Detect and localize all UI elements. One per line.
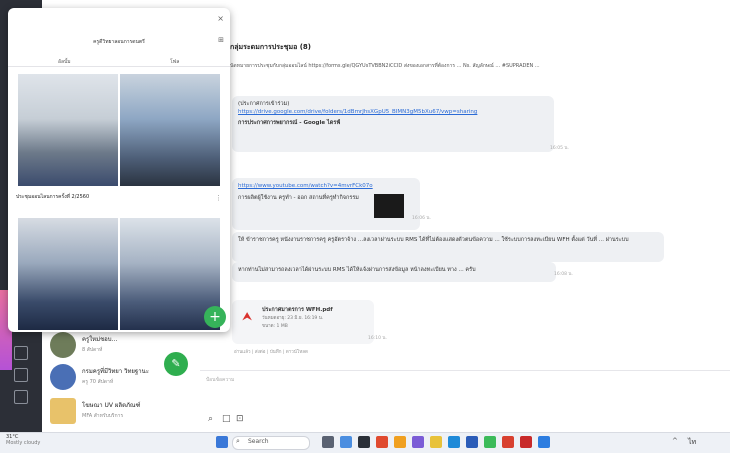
message-input[interactable]: ป้อนข้อความ (206, 376, 234, 384)
album-photo[interactable] (120, 74, 220, 186)
avatar (50, 332, 76, 358)
settings-icon[interactable] (14, 390, 28, 404)
chat-title: กลุ่มระดมการประชุมอ (8) (230, 43, 311, 51)
file-size: ขนาด: 1 MB (262, 324, 288, 329)
close-icon[interactable]: × (217, 14, 224, 23)
file-name: ประกาศมาตรการ WFH.pdf (262, 307, 333, 313)
search-label: Search (248, 438, 269, 445)
line-icon[interactable] (484, 436, 496, 448)
video-thumbnail[interactable] (374, 194, 404, 218)
browser-icon[interactable] (538, 436, 550, 448)
search-icon: ⌕ (236, 437, 240, 445)
file-icon[interactable]: □ (222, 414, 231, 424)
avatar (50, 398, 76, 424)
app-icon[interactable] (358, 436, 370, 448)
message-link[interactable]: https://www.youtube.com/watch?v=4mvrFCk0… (238, 182, 414, 190)
more-icon[interactable]: ⋮ (215, 194, 222, 202)
list-item-name: โฆษณา UV ผลิตภัณฑ์ (82, 402, 141, 409)
message-bubble: https://www.youtube.com/watch?v=4mvrFCk0… (232, 178, 420, 230)
word-icon[interactable] (466, 436, 478, 448)
taskbar-search[interactable] (232, 436, 310, 450)
file-meta: วันหมดอายุ: 23 มิ.ย. 16:19 น. (262, 316, 324, 321)
pdf-app-icon[interactable] (520, 436, 532, 448)
message-time: 16:08 น. (554, 272, 573, 277)
teams-icon[interactable] (412, 436, 424, 448)
tab-notes[interactable]: โฟล (170, 58, 179, 66)
chevron-up-icon[interactable]: ^ (672, 437, 678, 445)
screenshot-icon[interactable]: ⊡ (236, 414, 244, 424)
files-icon[interactable] (340, 436, 352, 448)
weather-label: Mostly cloudy (6, 440, 41, 446)
message-time: 16:06 น. (412, 216, 431, 221)
popup-title: ครูดีวิทยาลอนการดนตรี (93, 39, 145, 45)
message-link[interactable]: https://drive.google.com/drive/folders/1… (238, 108, 548, 116)
office-icon[interactable] (376, 436, 388, 448)
link-preview-title[interactable]: การประกาศการพยากรณ์ - Google ไดรฟ์ (238, 119, 548, 127)
new-chat-button[interactable]: ✎ (164, 352, 188, 376)
list-item[interactable]: โฆษณา UV ผลิตภัณฑ์ MFA สำหรับบริการ (42, 392, 200, 430)
chrome-icon[interactable] (502, 436, 514, 448)
calendar-icon[interactable] (14, 368, 28, 382)
list-item-sub: 8 สัปดาห์ (82, 347, 103, 353)
weather-widget[interactable]: 31°C Mostly cloudy (6, 434, 40, 446)
message-bubble: (ประกาศการเข้าร่วม) https://drive.google… (232, 96, 554, 152)
file-attachment[interactable]: ⮝ ประกาศมาตรการ WFH.pdf วันหมดอายุ: 23 ม… (232, 300, 374, 344)
composer (200, 370, 730, 433)
album-photo[interactable] (18, 218, 118, 330)
edge-icon[interactable] (448, 436, 460, 448)
avatar (50, 364, 76, 390)
add-album-button[interactable]: + (204, 306, 226, 328)
chat-icon[interactable] (14, 346, 28, 360)
announcement-banner[interactable]: นัดหมายการประชุมกับกลุ่มออนไลน์ https://… (230, 62, 610, 70)
message-text: หากท่านไม่สามารถลงเวลาได้ผ่านระบบ RMS ได… (232, 262, 556, 282)
album-title[interactable]: ประชุมออนไลนการครั้งที่ 2/2560 (16, 193, 89, 201)
taskview-icon[interactable] (322, 436, 334, 448)
list-item-sub: MFA สำหรับบริการ (82, 413, 124, 419)
message-text: (ประกาศการเข้าร่วม) (238, 101, 290, 107)
pdf-icon: ⮝ (242, 309, 253, 323)
message-text: ให้ ข้าราชการครู หนังงานราชการครู ครูอัต… (232, 232, 664, 262)
file-actions[interactable]: อ่านแล้ว | ส่งต่อ | บันทึก | ดาวน์โหลด (234, 348, 308, 355)
link-preview-title[interactable]: การผลิตผู้ใช้งาน ครูทำ - ออก สถานที่ครูท… (238, 194, 366, 202)
start-icon[interactable] (216, 436, 228, 448)
tab-albums[interactable]: อัลบั้ม (58, 58, 71, 66)
message-time: 16:05 น. (550, 146, 569, 151)
album-popup: × ⊞ ครูดีวิทยาลอนการดนตรี อัลบั้ม โฟล ปร… (8, 8, 230, 332)
list-item-sub: ครู 70 สัปดาห์ (82, 379, 114, 385)
system-tray-text[interactable]: ไท (688, 437, 696, 448)
explorer-icon[interactable] (394, 436, 406, 448)
folder-icon[interactable] (430, 436, 442, 448)
message-time: 16:10 น. (368, 336, 387, 341)
attach-icon[interactable]: ⌕ (208, 414, 213, 424)
album-photo[interactable] (18, 74, 118, 186)
list-item-name: ครูใหม่ชอบ... (82, 336, 118, 343)
